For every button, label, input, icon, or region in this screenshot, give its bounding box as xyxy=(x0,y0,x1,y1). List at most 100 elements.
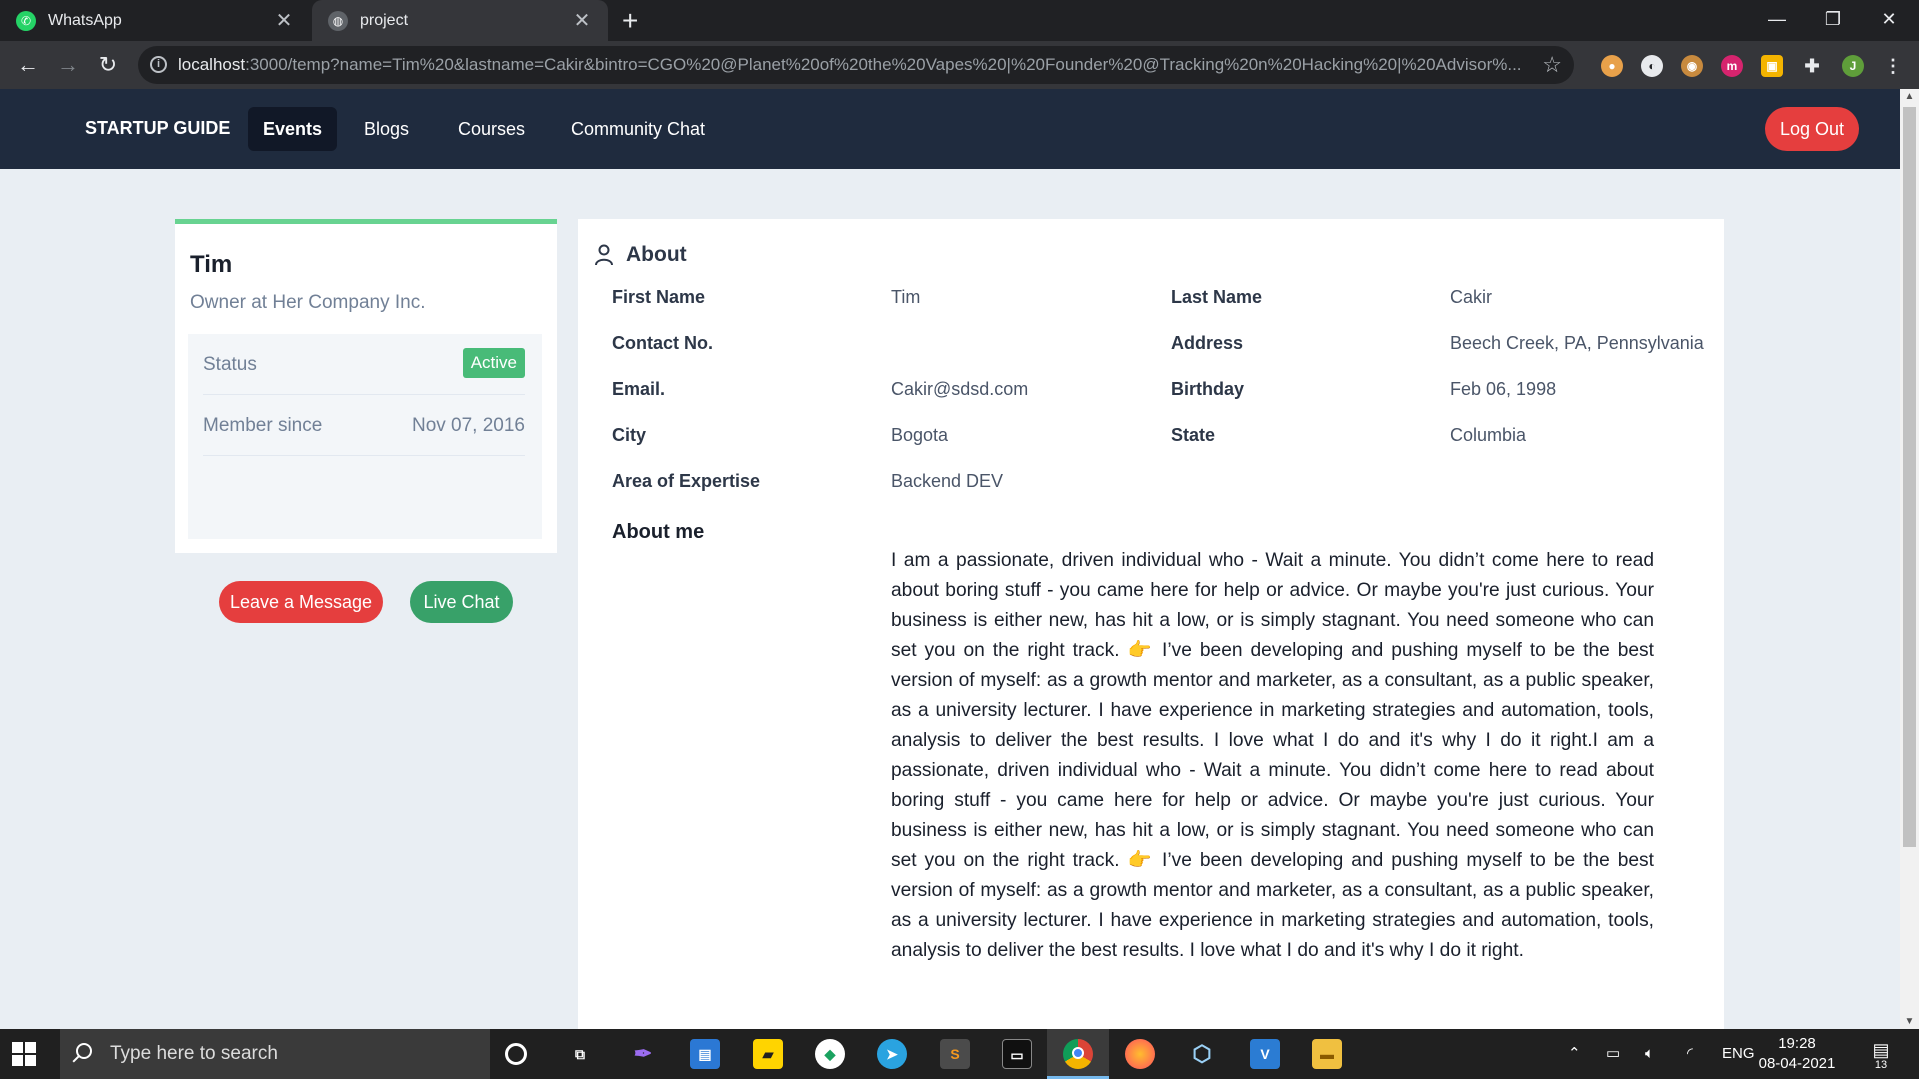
nav-courses[interactable]: Courses xyxy=(443,107,540,151)
feather-app-icon[interactable]: ✒ xyxy=(628,1039,658,1069)
profile-avatar[interactable]: J xyxy=(1842,55,1864,77)
battery-icon[interactable]: ▭ xyxy=(1606,1029,1620,1079)
member-since-label: Member since xyxy=(203,415,323,436)
member-since-row: Member since Nov 07, 2016 xyxy=(203,395,525,456)
close-tab-icon[interactable]: ✕ xyxy=(274,8,294,33)
clock-time: 19:28 xyxy=(1778,1035,1816,1052)
windows-start-icon[interactable] xyxy=(12,1042,36,1066)
task-view-icon[interactable]: ⧉ xyxy=(565,1039,595,1069)
chrome-icon[interactable] xyxy=(1063,1039,1093,1069)
extension-icon[interactable]: ● xyxy=(1601,55,1623,77)
close-tab-icon[interactable]: ✕ xyxy=(572,8,592,33)
city-label: City xyxy=(612,425,647,445)
terminal-icon[interactable]: ▭ xyxy=(1002,1039,1032,1069)
email-label: Email. xyxy=(612,379,666,399)
browser-tab-strip: ✆ WhatsApp ✕ ◍ project ✕ + — ❐ ✕ xyxy=(0,0,1919,41)
language-indicator[interactable]: ENG xyxy=(1722,1029,1755,1079)
reload-icon[interactable]: ↻ xyxy=(92,49,124,81)
about-me-title: About me xyxy=(612,521,705,543)
about-card: About First Name Tim Last Name Cakir Con… xyxy=(578,219,1724,1029)
nav-blogs[interactable]: Blogs xyxy=(349,107,424,151)
whatsapp-icon: ✆ xyxy=(16,10,36,31)
expertise-label: Area of Expertise xyxy=(612,471,761,491)
notification-count: 13 xyxy=(1874,1059,1888,1071)
vscode-icon[interactable]: V xyxy=(1250,1039,1280,1069)
last-name-label: Last Name xyxy=(1171,287,1263,307)
sublime-text-icon[interactable]: S xyxy=(940,1039,970,1069)
forward-icon[interactable]: → xyxy=(52,49,84,81)
profile-name: Tim xyxy=(190,251,233,278)
site-navbar: STARTUP GUIDE Events Blogs Courses Commu… xyxy=(0,89,1900,169)
taskbar-search[interactable]: Type here to search xyxy=(60,1029,490,1079)
profile-card: Tim Owner at Her Company Inc. Status Act… xyxy=(175,219,557,623)
restore-icon[interactable]: ❐ xyxy=(1805,0,1861,41)
state-value: Columbia xyxy=(1450,425,1527,445)
virtualbox-icon[interactable]: ⬡ xyxy=(1187,1039,1217,1069)
back-icon[interactable]: ← xyxy=(12,49,44,81)
firefox-icon[interactable] xyxy=(1125,1039,1155,1069)
city-value: Bogota xyxy=(891,425,949,445)
address-bar[interactable]: i localhost:3000/temp?name=Tim%20&lastna… xyxy=(138,46,1574,84)
state-label: State xyxy=(1171,425,1216,445)
pointing-hand-icon: 👉 xyxy=(1127,850,1155,871)
brand-logo[interactable]: STARTUP GUIDE xyxy=(85,118,230,139)
cortana-icon[interactable] xyxy=(505,1043,527,1065)
volume-icon[interactable]: 🔈︎ xyxy=(1645,1029,1654,1079)
member-since-value: Nov 07, 2016 xyxy=(411,415,525,436)
email-value: Cakir@sdsd.com xyxy=(891,379,1029,399)
more-menu-icon[interactable]: ⋮ xyxy=(1882,55,1904,77)
tab-whatsapp[interactable]: ✆ WhatsApp ✕ xyxy=(0,0,310,41)
globe-icon: ◍ xyxy=(328,10,348,31)
browser-toolbar: ← → ↻ i localhost:3000/temp?name=Tim%20&… xyxy=(0,41,1919,89)
live-chat-button[interactable]: Live Chat xyxy=(410,581,513,623)
close-window-icon[interactable]: ✕ xyxy=(1861,0,1917,41)
nav-events[interactable]: Events xyxy=(248,107,338,151)
search-placeholder: Type here to search xyxy=(110,1043,278,1064)
info-icon[interactable]: i xyxy=(150,56,167,73)
folder-icon[interactable]: ▬ xyxy=(1312,1039,1342,1069)
tray-chevron-icon[interactable]: ⌃ xyxy=(1568,1029,1581,1079)
bookmark-star-icon[interactable]: ☆ xyxy=(1542,52,1562,78)
cookie-extension-icon[interactable]: ◉ xyxy=(1681,55,1703,77)
nav-community-chat[interactable]: Community Chat xyxy=(556,107,720,151)
leave-message-button[interactable]: Leave a Message xyxy=(219,581,383,623)
logout-button[interactable]: Log Out xyxy=(1765,107,1859,151)
notification-center-icon[interactable]: ▤ 13 xyxy=(1868,1041,1894,1071)
extensions-puzzle-icon[interactable]: ✚ xyxy=(1801,55,1823,77)
tab-project[interactable]: ◍ project ✕ xyxy=(312,0,608,41)
expertise-value: Backend DEV xyxy=(891,471,1004,491)
status-label: Status xyxy=(203,354,257,375)
birthday-label: Birthday xyxy=(1171,379,1245,399)
scroll-thumb[interactable] xyxy=(1903,107,1916,847)
status-row: Status Active xyxy=(203,334,525,395)
extension-icon[interactable]: ◐ xyxy=(1641,55,1663,77)
extension-icon[interactable]: m xyxy=(1721,55,1743,77)
windows-taskbar: Type here to search ⧉ ✒ ▤ ▰ ◆ ➤ S ▭ ⬡ V … xyxy=(0,1029,1919,1079)
search-icon xyxy=(76,1043,92,1059)
sticky-notes-icon[interactable]: ▰ xyxy=(753,1039,783,1069)
profile-details: Status Active Member since Nov 07, 2016 xyxy=(188,334,542,539)
url-text[interactable]: localhost:3000/temp?name=Tim%20&lastname… xyxy=(178,55,1538,75)
first-name-label: First Name xyxy=(612,287,706,307)
address-label: Address xyxy=(1171,333,1244,353)
pointing-hand-icon: 👉 xyxy=(1127,640,1155,661)
extension-icon[interactable]: ▣ xyxy=(1761,55,1783,77)
page-scrollbar[interactable]: ▲ ▼ xyxy=(1900,89,1919,1029)
scroll-down-icon[interactable]: ▼ xyxy=(1900,1016,1919,1027)
profile-role: Owner at Her Company Inc. xyxy=(190,292,426,313)
taskbar-clock[interactable]: 19:28 08-04-2021 xyxy=(1752,1034,1842,1074)
telegram-icon[interactable]: ➤ xyxy=(877,1039,907,1069)
contact-label: Contact No. xyxy=(612,333,713,353)
tab-title: WhatsApp xyxy=(48,11,122,29)
new-tab-button[interactable]: + xyxy=(622,0,638,41)
minimize-icon[interactable]: — xyxy=(1749,0,1805,41)
clock-date: 08-04-2021 xyxy=(1758,1055,1836,1072)
status-badge: Active xyxy=(462,348,525,378)
about-me-text: I am a passionate, driven individual who… xyxy=(891,550,1654,961)
scroll-up-icon[interactable]: ▲ xyxy=(1900,91,1919,102)
mongodb-compass-icon[interactable]: ◆ xyxy=(815,1039,845,1069)
file-manager-icon[interactable]: ▤ xyxy=(690,1039,720,1069)
tab-title: project xyxy=(360,11,409,29)
network-icon[interactable]: ◜ xyxy=(1687,1029,1693,1079)
address-value: Beech Creek, PA, Pennsylvania xyxy=(1450,333,1704,353)
